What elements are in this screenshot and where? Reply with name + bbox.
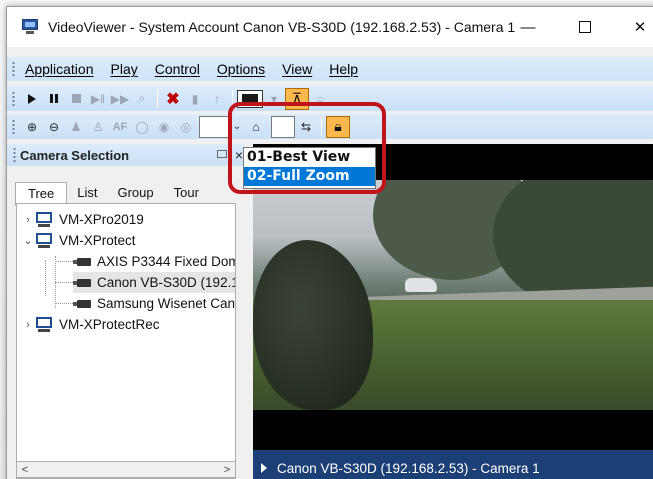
grip-handle[interactable]	[12, 90, 15, 107]
tree-connector	[45, 260, 46, 296]
server-icon	[35, 212, 53, 227]
scroll-left-icon[interactable]: <	[17, 464, 33, 476]
menu-view[interactable]: View	[282, 61, 312, 77]
camera-tree: › VM-XPro2019 ⌄ VM-XProtect AXIS P3344 F…	[16, 203, 236, 479]
grip-handle[interactable]	[13, 147, 16, 163]
app-icon	[21, 19, 39, 35]
menu-application[interactable]: Application	[25, 61, 94, 77]
chevron-right-icon[interactable]: ›	[21, 319, 35, 331]
server-icon	[35, 317, 53, 332]
video-caption-bar[interactable]: Canon VB-S30D (192.168.2.53) - Camera 1	[253, 450, 653, 479]
tree-item-label: Canon VB-S30D (192.1	[97, 275, 236, 290]
camera-selection-header: Camera Selection ×	[7, 144, 245, 166]
preset-combo[interactable]	[199, 115, 229, 138]
horizontal-scrollbar[interactable]: < >	[16, 461, 236, 478]
person-icon[interactable]: ♟	[65, 117, 87, 137]
camera-selection-panel: Tree List Group Tour › VM-XPro2019 ⌄ VM-…	[7, 166, 245, 479]
tree-connector	[55, 261, 73, 262]
play-icon[interactable]	[21, 89, 43, 109]
window-title: VideoViewer - System Account Canon VB-S3…	[48, 19, 516, 35]
iris-close-icon[interactable]: ◉	[153, 117, 175, 137]
tree-item-camera[interactable]: AXIS P3344 Fixed Dom	[73, 251, 236, 272]
camera-icon	[73, 278, 93, 288]
menu-options[interactable]: Options	[217, 61, 265, 77]
menu-play[interactable]: Play	[111, 61, 138, 77]
car	[405, 278, 437, 292]
scroll-right-icon[interactable]: >	[219, 464, 235, 476]
camera-feed-image	[253, 180, 653, 410]
pause-icon[interactable]	[43, 89, 65, 109]
delete-icon[interactable]: ✖	[162, 89, 184, 109]
tree-connector	[55, 282, 73, 283]
minimize-button[interactable]: —	[505, 7, 551, 47]
chevron-right-icon[interactable]: ›	[21, 214, 35, 226]
stop-icon[interactable]	[65, 89, 87, 109]
chevron-down-icon[interactable]: ⌄	[21, 234, 35, 247]
toolbar-separator	[157, 89, 158, 108]
camera-icon	[73, 257, 93, 267]
bush	[253, 240, 373, 410]
expand-arrow-icon[interactable]	[261, 463, 267, 473]
zoom-in-icon[interactable]: ⊕	[21, 117, 43, 137]
app-window: VideoViewer - System Account Canon VB-S3…	[6, 6, 653, 479]
step-forward-icon[interactable]: ▶‖	[87, 89, 109, 109]
video-caption: Canon VB-S30D (192.168.2.53) - Camera 1	[277, 460, 540, 476]
tree-item-label: Samsung Wisenet Can	[97, 296, 236, 311]
tree-item-label: VM-XProtect	[59, 233, 136, 248]
tree-item-camera[interactable]: Samsung Wisenet Can	[73, 293, 235, 314]
grip-handle[interactable]	[12, 118, 15, 135]
maximize-button[interactable]	[562, 7, 608, 47]
camera-icon[interactable]: ▮	[184, 89, 206, 109]
tree-item-label: AXIS P3344 Fixed Dom	[97, 254, 236, 269]
person-small-icon[interactable]: ♙	[87, 117, 109, 137]
tree-item-label: VM-XPro2019	[59, 212, 144, 227]
menu-control[interactable]: Control	[155, 61, 200, 77]
camera-icon	[73, 299, 93, 309]
tree-connector	[55, 303, 73, 304]
menu-help[interactable]: Help	[329, 61, 358, 77]
autofocus-icon[interactable]: AF	[109, 117, 131, 137]
grip-handle[interactable]	[12, 61, 15, 77]
menu-bar: Application Play Control Options View He…	[7, 57, 653, 81]
iris-icon[interactable]: ◎	[175, 117, 197, 137]
tree-item-server[interactable]: ⌄ VM-XProtect	[21, 230, 136, 251]
iris-open-icon[interactable]: ◯	[131, 117, 153, 137]
panel-title: Camera Selection	[20, 147, 130, 163]
tree-item-server[interactable]: › VM-XPro2019	[21, 209, 144, 230]
pin-icon[interactable]	[217, 150, 227, 158]
binoculars-icon[interactable]: ⌕	[131, 89, 153, 109]
close-button[interactable]: ✕	[617, 7, 653, 47]
annotation-highlight	[228, 102, 386, 194]
tree-item-label: VM-XProtectRec	[59, 317, 160, 332]
tree-item-server[interactable]: › VM-XProtectRec	[21, 314, 160, 335]
title-bar: VideoViewer - System Account Canon VB-S3…	[7, 7, 653, 47]
fast-forward-icon[interactable]: ▶▶	[109, 89, 131, 109]
zoom-out-icon[interactable]: ⊖	[43, 117, 65, 137]
arrow-icon[interactable]: ↑	[206, 89, 228, 109]
server-icon	[35, 233, 53, 248]
tree-item-camera-selected[interactable]: Canon VB-S30D (192.1	[73, 272, 236, 293]
